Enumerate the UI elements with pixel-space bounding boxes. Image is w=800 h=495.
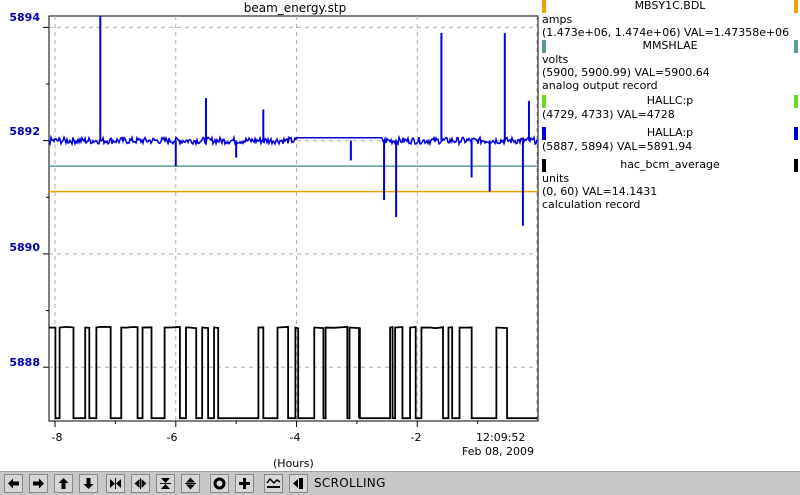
date-label: Feb 08, 2009 xyxy=(462,445,534,458)
legend-record-type: analog output record xyxy=(542,79,658,92)
x-axis-label: (Hours) xyxy=(273,457,314,470)
y-tick-label: 5888 xyxy=(9,356,40,369)
y-tick-label: 5890 xyxy=(9,241,40,254)
legend-mbsy1c[interactable]: MBSY1C.BDL amps (1.473e+06, 1.474e+06) V… xyxy=(542,0,798,39)
legend-title-hac-bcm-average[interactable]: hac_bcm_average xyxy=(542,159,798,172)
x-tick-label: -6 xyxy=(166,431,178,444)
legend-halla[interactable]: HALLA:p (5887, 5894) VAL=5891.94 xyxy=(542,127,798,153)
legend-title-mmshlae[interactable]: MMSHLAE xyxy=(542,40,798,53)
arrow-right-icon[interactable] xyxy=(29,474,48,493)
legend-range: (5900, 5900.99) VAL=5900.64 xyxy=(542,66,710,79)
zoom-out-vertical-icon[interactable] xyxy=(181,474,200,493)
legend-units: amps xyxy=(542,13,573,26)
arrow-down-icon[interactable] xyxy=(79,474,98,493)
legend-range: (0, 60) VAL=14.1431 xyxy=(542,185,658,198)
legend-hallc[interactable]: HALLC:p (4729, 4733) VAL=4728 xyxy=(542,95,798,121)
legend-range: (5887, 5894) VAL=5891.94 xyxy=(542,140,693,153)
legend-mmshlae[interactable]: MMSHLAE volts (5900, 5900.99) VAL=5900.6… xyxy=(542,40,798,92)
y-tick-label: 5892 xyxy=(9,125,40,138)
toolbar: SCROLLING xyxy=(0,471,800,495)
legend-range: (1.473e+06, 1.474e+06) VAL=1.47358e+06 xyxy=(542,26,790,39)
legend-units: volts xyxy=(542,53,569,66)
legend-record-type: calculation record xyxy=(542,198,641,211)
add-icon[interactable] xyxy=(235,474,254,493)
zoom-out-horizontal-icon[interactable] xyxy=(131,474,150,493)
legend-units: units xyxy=(542,172,570,185)
zoom-in-horizontal-icon[interactable] xyxy=(106,474,125,493)
scrolling-status: SCROLLING xyxy=(314,476,386,490)
legend-hac-bcm-average[interactable]: hac_bcm_average units (0, 60) VAL=14.143… xyxy=(542,159,798,211)
plot-area xyxy=(48,15,539,422)
legend-title-halla[interactable]: HALLA:p xyxy=(542,127,798,140)
scroll-toggle-icon[interactable] xyxy=(289,474,308,493)
zoom-in-vertical-icon[interactable] xyxy=(156,474,175,493)
arrow-left-icon[interactable] xyxy=(4,474,23,493)
legend-title-mbsy1c[interactable]: MBSY1C.BDL xyxy=(542,0,798,13)
legend-range: (4729, 4733) VAL=4728 xyxy=(542,108,675,121)
x-tick-label: -2 xyxy=(410,431,422,444)
y-tick-label: 5894 xyxy=(9,11,40,24)
legend-title-hallc[interactable]: HALLC:p xyxy=(542,95,798,108)
plot-title: beam_energy.stp xyxy=(243,1,347,15)
arrow-up-icon[interactable] xyxy=(54,474,73,493)
auto-scale-icon[interactable] xyxy=(264,474,283,493)
x-tick-label: -4 xyxy=(289,431,301,444)
x-tick-label: -8 xyxy=(51,431,63,444)
time-label: 12:09:52 xyxy=(476,431,526,444)
reset-icon[interactable] xyxy=(210,474,229,493)
